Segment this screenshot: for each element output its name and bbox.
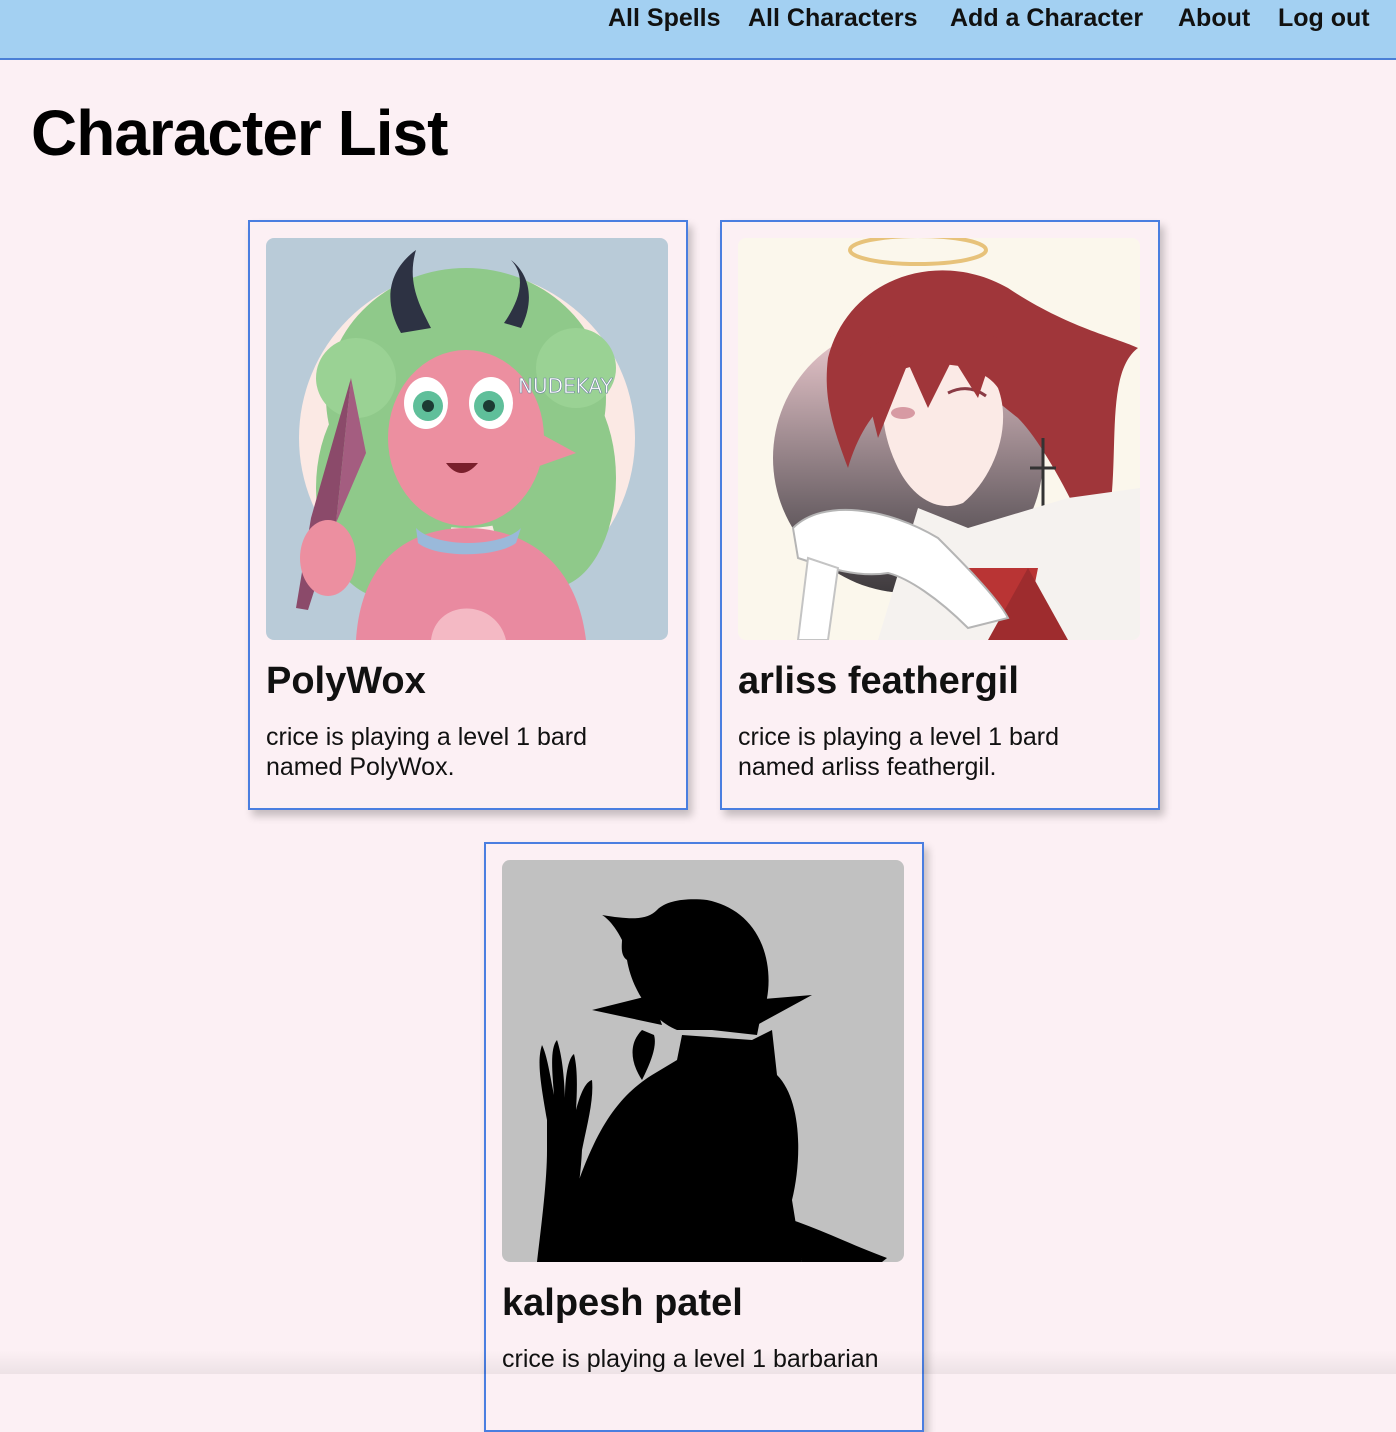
nav-link-all-characters[interactable]: All Characters <box>748 4 918 33</box>
character-portrait-kalpesh-patel <box>502 860 904 1262</box>
portrait-watermark: NUDEKAY <box>518 374 614 398</box>
nav-link-log-out[interactable]: Log out <box>1278 4 1370 33</box>
character-description: crice is playing a level 1 bard named ar… <box>738 723 1059 781</box>
character-card-polywox[interactable]: NUDEKAY PolyWox crice is playing a level… <box>248 220 688 810</box>
nav-link-about[interactable]: About <box>1178 4 1250 33</box>
character-portrait-arliss-feathergil <box>738 238 1140 640</box>
character-card-arliss-feathergil[interactable]: arliss feathergil crice is playing a lev… <box>720 220 1160 810</box>
character-name: kalpesh patel <box>502 1282 743 1324</box>
top-navbar: All Spells All Characters Add a Characte… <box>0 0 1396 60</box>
nav-link-all-spells[interactable]: All Spells <box>608 4 721 33</box>
character-card-kalpesh-patel[interactable]: kalpesh patel crice is playing a level 1… <box>484 842 924 1432</box>
character-description: crice is playing a level 1 barbarian <box>502 1345 879 1373</box>
nav-link-add-character[interactable]: Add a Character <box>950 4 1143 33</box>
character-portrait-polywox: NUDEKAY <box>266 238 668 640</box>
page-title: Character List <box>31 97 448 169</box>
character-name: arliss feathergil <box>738 660 1019 702</box>
character-description: crice is playing a level 1 bard named Po… <box>266 723 587 781</box>
character-name: PolyWox <box>266 660 426 702</box>
